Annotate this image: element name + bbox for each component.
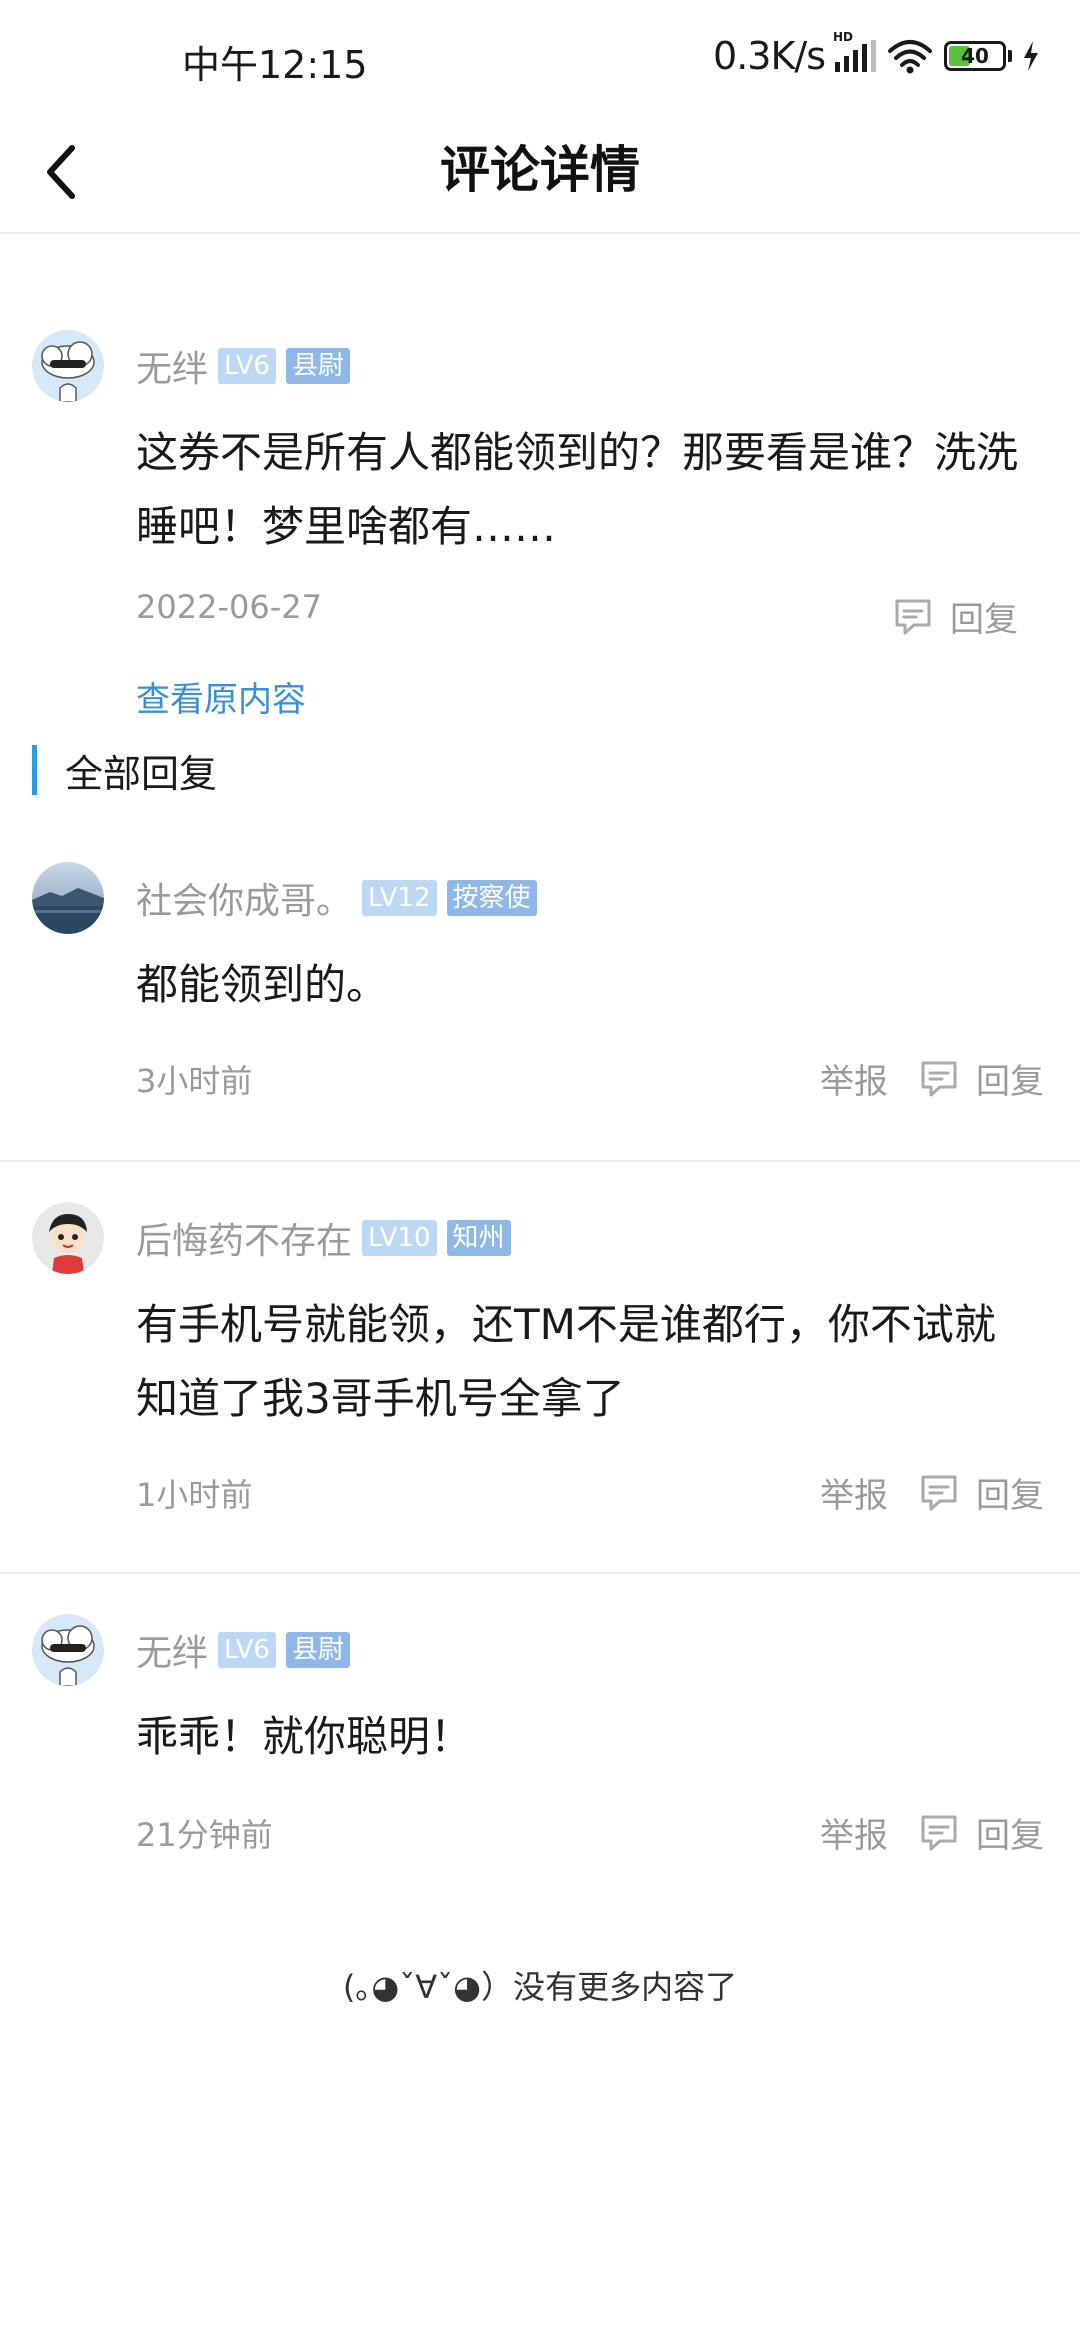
user-name[interactable]: 社会你成哥。: [136, 872, 352, 924]
divider: [0, 1572, 1080, 1574]
rank-badge: 县尉: [285, 1632, 350, 1668]
status-time: 中午12:15: [182, 43, 368, 87]
reply-bubble-icon[interactable]: [892, 596, 934, 638]
user-name[interactable]: 无绊: [136, 340, 208, 392]
user-name[interactable]: 后悔药不存在: [136, 1212, 352, 1264]
reply-text: 有手机号就能领，还TM不是谁都行，你不试就知道了我3哥手机号全拿了: [136, 1300, 996, 1423]
report-button[interactable]: 举报: [820, 1808, 888, 1857]
reply-button[interactable]: 回复: [950, 592, 1018, 641]
comment-text: 这券不是所有人都能领到的？那要看是谁？洗洗睡吧！梦里啥都有……: [136, 428, 1019, 551]
level-badge: LV6: [218, 1632, 276, 1668]
reply-actions: 举报 回复: [820, 1468, 1044, 1517]
reply-bubble-icon[interactable]: [918, 1812, 960, 1854]
battery-level: 40: [961, 44, 989, 68]
reply-time: 21分钟前: [136, 1816, 273, 1854]
reply-button[interactable]: 回复: [976, 1808, 1044, 1857]
cloud-sunglasses-avatar-icon: [32, 330, 104, 402]
reply-text: 乖乖！就你聪明！: [136, 1712, 473, 1761]
landscape-avatar-icon: [32, 862, 104, 934]
status-bar: 中午12:15 0.3K/s HD 40: [0, 0, 1080, 110]
avatar[interactable]: [32, 862, 104, 934]
network-speed: 0.3K/s: [713, 34, 826, 78]
level-badge: LV12: [362, 880, 437, 916]
hd-label: HD: [833, 30, 854, 44]
reply-actions: 举报 回复: [820, 1808, 1044, 1857]
user-name[interactable]: 无绊: [136, 1624, 208, 1676]
avatar[interactable]: [32, 1202, 104, 1274]
cloud-sunglasses-avatar-icon: [32, 1614, 104, 1686]
section-title: 全部回复: [65, 751, 218, 796]
no-more-content-note: (｡◕ˇ∀ˇ◕）没有更多内容了: [342, 1968, 738, 2006]
report-button[interactable]: 举报: [820, 1054, 888, 1103]
report-button[interactable]: 举报: [820, 1468, 888, 1517]
reply-actions: 举报 回复: [820, 1054, 1044, 1103]
reply-time: 3小时前: [136, 1062, 253, 1100]
reply-button[interactable]: 回复: [976, 1468, 1044, 1517]
rank-badge: 知州: [446, 1220, 511, 1256]
reply-bubble-icon[interactable]: [918, 1058, 960, 1100]
user-info: 社会你成哥。 LV12 按察使: [136, 862, 537, 934]
status-indicators: 0.3K/s HD 40: [713, 30, 1040, 78]
wifi-icon: [888, 40, 932, 74]
reply-text: 都能领到的。: [136, 960, 389, 1009]
reply-button[interactable]: 回复: [976, 1054, 1044, 1103]
level-badge: LV6: [218, 348, 276, 384]
user-info: 无绊 LV6 县尉: [136, 1614, 350, 1686]
charging-bolt-icon: [1024, 41, 1038, 71]
avatar[interactable]: [32, 330, 104, 402]
level-badge: LV10: [362, 1220, 437, 1256]
battery-icon: 40: [944, 41, 1012, 71]
cartoon-boy-avatar-icon: [32, 1202, 104, 1274]
all-replies-header: 全部回复: [32, 744, 217, 796]
section-accent-bar: [32, 745, 37, 795]
rank-badge: 县尉: [285, 348, 350, 384]
navigation-bar: 评论详情: [0, 110, 1080, 234]
comment-actions: 回复: [892, 592, 1018, 641]
cell-signal-icon: HD: [833, 30, 876, 72]
user-info: 无绊 LV6 县尉: [136, 330, 350, 402]
divider: [0, 1160, 1080, 1162]
view-original-link[interactable]: 查看原内容: [136, 672, 306, 721]
avatar[interactable]: [32, 1614, 104, 1686]
user-info: 后悔药不存在 LV10 知州: [136, 1202, 511, 1274]
rank-badge: 按察使: [446, 880, 537, 916]
reply-time: 1小时前: [136, 1476, 253, 1514]
comment-date: 2022-06-27: [136, 588, 322, 626]
page-title: 评论详情: [440, 141, 640, 199]
reply-bubble-icon[interactable]: [918, 1472, 960, 1514]
